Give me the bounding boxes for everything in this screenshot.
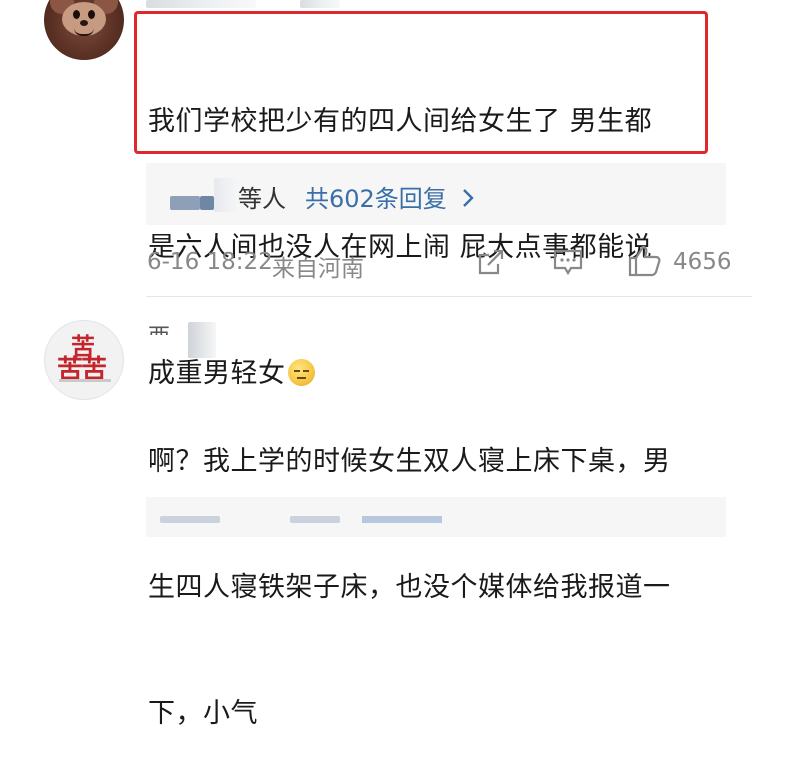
replies-count: 共602条回复 (305, 185, 447, 213)
divider (146, 296, 752, 297)
like-icon[interactable] (627, 244, 663, 278)
avatar-nose (80, 20, 88, 26)
replies-count-link-partial[interactable] (362, 516, 442, 523)
avatar-eye (73, 10, 80, 19)
replier-name-blurred (200, 196, 214, 210)
chevron-right-icon (463, 189, 475, 207)
username[interactable]: 西吉k (148, 319, 188, 335)
username-blurred[interactable] (146, 0, 256, 8)
share-icon[interactable] (476, 247, 506, 277)
username-text: 西吉k (148, 325, 183, 335)
like-count: 4656 (673, 249, 732, 275)
avatar-caption (59, 379, 111, 382)
avatar[interactable]: 苦 苦苦 (44, 320, 124, 400)
replies-prefix: 等人 (238, 185, 286, 213)
comment-text: 啊？我上学的时候女生双人寝上床下桌，男 生四人寝铁架子床，也没个媒体给我报道一 … (148, 357, 671, 777)
comment-icon[interactable] (552, 247, 584, 277)
replier-name-blurred (160, 516, 220, 523)
replies-count-link[interactable]: 共602条回复 (305, 179, 476, 214)
comment-line: 啊？我上学的时候女生双人寝上床下桌，男 (148, 446, 671, 477)
replier-name-blurred (290, 516, 340, 523)
replier-name-blurred (170, 196, 200, 210)
username-blurred (300, 0, 340, 8)
avatar[interactable] (44, 0, 124, 60)
username-blurred (188, 322, 216, 358)
avatar-eye (88, 10, 95, 19)
comment-line: 下，小气 (148, 698, 258, 729)
comment-time: 6-16 18:22 (147, 249, 273, 275)
comment-line: 生四人寝铁架子床，也没个媒体给我报道一 (148, 572, 671, 603)
comment-location: 来自河南 (272, 256, 364, 282)
replier-name-blurred (214, 178, 238, 212)
comment-line: 我们学校把少有的四人间给女生了 男生都 (148, 106, 653, 137)
